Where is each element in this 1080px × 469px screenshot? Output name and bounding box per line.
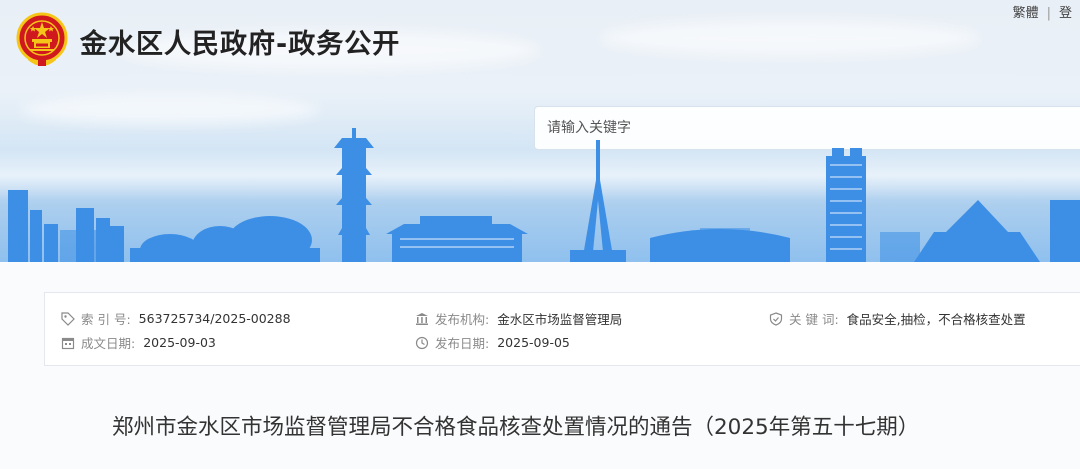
meta-index-no: 索 引 号: 563725734/2025-00288	[61, 309, 291, 328]
link-separator: |	[1046, 6, 1051, 21]
traditional-chinese-link[interactable]: 繁體	[1013, 6, 1039, 21]
meta-label: 发布日期:	[435, 336, 490, 351]
article-title: 郑州市金水区市场监督管理局不合格食品核查处置情况的通告（2025年第五十七期）	[112, 415, 920, 440]
meta-value: 食品安全,抽检，不合格核查处置	[846, 312, 1026, 327]
national-emblem-icon	[16, 12, 68, 66]
cloud	[600, 20, 980, 56]
site-title: 金水区人民政府-政务公开	[80, 29, 401, 60]
meta-value: 563725734/2025-00288	[138, 311, 291, 326]
tag-icon	[61, 311, 75, 326]
bank-icon	[416, 312, 428, 325]
meta-value: 金水区市场监督管理局	[497, 312, 623, 327]
calendar-icon	[61, 337, 75, 349]
top-links: 繁體 | 登	[1013, 2, 1072, 21]
clock-icon	[415, 336, 429, 349]
meta-value: 2025-09-03	[143, 335, 216, 350]
meta-label: 索 引 号:	[81, 312, 131, 327]
meta-publisher: 发布机构: 金水区市场监督管理局	[415, 309, 622, 328]
meta-label: 成文日期:	[81, 336, 136, 351]
city-skyline-illustration	[8, 128, 1080, 262]
meta-label: 关 键 词:	[789, 312, 839, 327]
shield-check-icon	[769, 311, 783, 326]
meta-value: 2025-09-05	[497, 335, 570, 350]
login-link[interactable]: 登	[1059, 6, 1072, 21]
header-banner: 金水区人民政府-政务公开 繁體 | 登	[0, 0, 1080, 262]
meta-label: 发布机构:	[435, 312, 490, 327]
document-meta-box: 索 引 号: 563725734/2025-00288 发布机构: 金水区市场监…	[44, 292, 1080, 366]
meta-keywords: 关 键 词: 食品安全,抽检，不合格核查处置	[769, 309, 1026, 328]
meta-created-date: 成文日期: 2025-09-03	[61, 333, 216, 352]
meta-publish-date: 发布日期: 2025-09-05	[415, 333, 570, 352]
